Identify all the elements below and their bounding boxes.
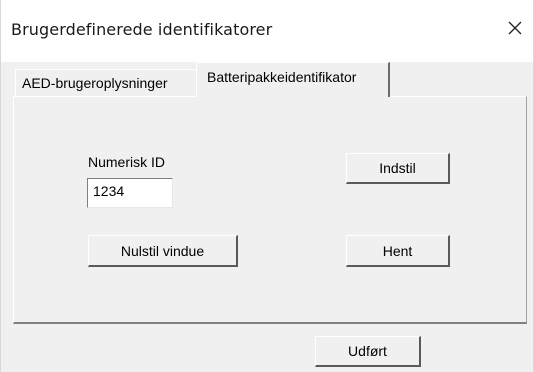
- done-button[interactable]: Udført: [315, 336, 421, 367]
- tab-panel: Numerisk ID 1234 Indstil Nulstil vindue …: [13, 96, 527, 324]
- close-icon: [508, 21, 522, 35]
- dialog-window: Brugerdefinerede identifikatorer AED-bru…: [0, 0, 534, 372]
- title-bar: Brugerdefinerede identifikatorer: [1, 0, 533, 62]
- close-button[interactable]: [501, 14, 529, 42]
- tab-battery-pack-identifier[interactable]: Batteripakkeidentifikator: [196, 62, 390, 97]
- numeric-id-input[interactable]: 1234: [87, 178, 173, 208]
- reset-window-button[interactable]: Nulstil vindue: [88, 235, 238, 267]
- tab-aed-user-info[interactable]: AED-brugeroplysninger: [15, 69, 198, 97]
- set-button[interactable]: Indstil: [346, 153, 450, 184]
- numeric-id-label: Numerisk ID: [88, 154, 166, 170]
- window-title: Brugerdefinerede identifikatorer: [11, 20, 273, 39]
- get-button[interactable]: Hent: [346, 235, 450, 267]
